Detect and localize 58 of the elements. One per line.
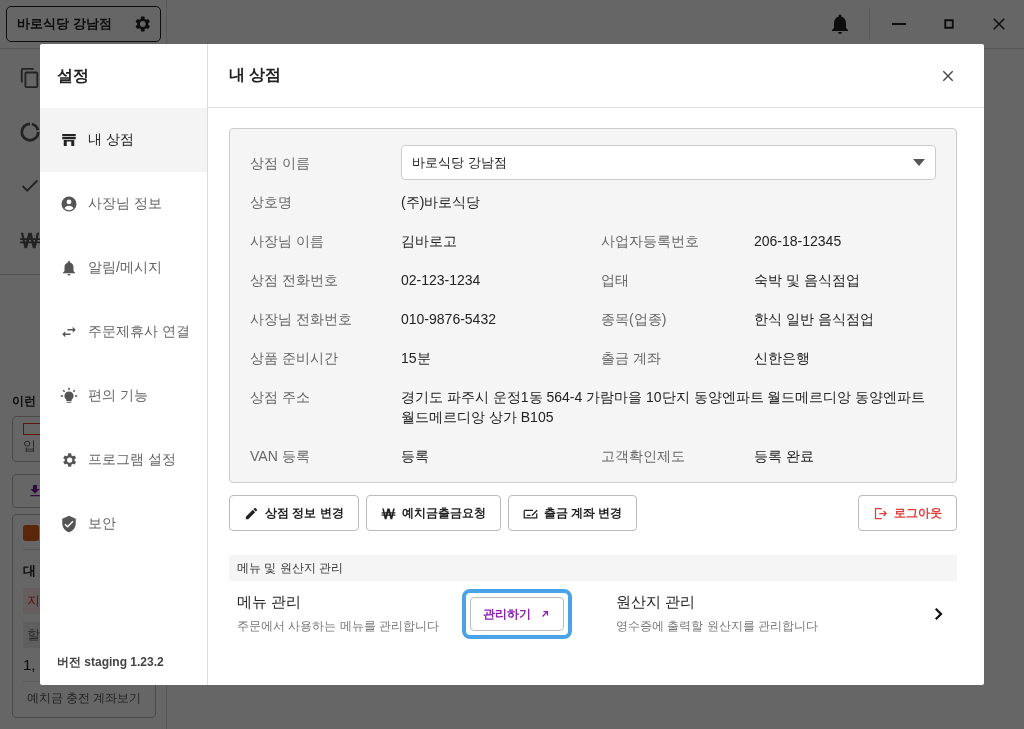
field-label: 상점 주소 bbox=[250, 388, 311, 407]
sidebar-item[interactable]: 내 상점 bbox=[40, 108, 207, 172]
pencil-icon bbox=[244, 505, 259, 521]
field-label: 상품 준비시간 bbox=[250, 349, 339, 368]
manage-button[interactable]: 관리하기 bbox=[470, 597, 564, 631]
item-title: 원산지 관리 bbox=[616, 593, 697, 612]
field-value: 15분 bbox=[401, 349, 432, 368]
download-icon bbox=[27, 483, 43, 499]
field-value: 02-123-1234 bbox=[401, 271, 482, 290]
brand-logo-icon bbox=[23, 525, 39, 541]
field-label: 출금 계좌 bbox=[601, 349, 662, 368]
loading-ring-icon[interactable] bbox=[19, 121, 41, 143]
field-value: 숙박 및 음식점업 bbox=[754, 271, 861, 290]
field-label: 상호명 bbox=[250, 193, 293, 212]
field-value: 등록 완료 bbox=[754, 447, 815, 466]
section-label: 이런 bbox=[12, 393, 36, 410]
caret-icon bbox=[913, 159, 925, 166]
field-value: 206-18-12345 bbox=[754, 232, 843, 251]
version-text: 버전 staging 1.23.2 bbox=[56, 654, 165, 671]
dialog-title: 내 상점 bbox=[229, 65, 282, 85]
section-header: 메뉴 및 원산지 관리 bbox=[229, 555, 957, 581]
field-label: VAN 등록 bbox=[250, 447, 311, 466]
field-label: 사업자등록번호 bbox=[601, 232, 700, 251]
field-value: 등록 bbox=[401, 447, 430, 466]
item-description: 영수증에 출력할 원산지를 관리합니다 bbox=[616, 618, 818, 635]
minimize-icon bbox=[891, 23, 907, 25]
field-label: 사장님 이름 bbox=[250, 232, 325, 251]
store-name-dropdown[interactable]: 바로식당 강남점 bbox=[401, 145, 936, 180]
amount-text: 1, bbox=[23, 656, 36, 673]
field-value: 김바로고 bbox=[401, 232, 458, 251]
action-button[interactable]: 예치금출금요청 bbox=[365, 495, 501, 531]
field-label: 상점 전화번호 bbox=[250, 271, 339, 290]
field-value: 한식 일반 음식점업 bbox=[754, 310, 875, 329]
field-label: 상점 이름 bbox=[250, 154, 311, 173]
person-icon bbox=[60, 195, 78, 213]
action-button[interactable]: 상점 정보 변경 bbox=[229, 495, 359, 531]
field-value: (주)바로식당 bbox=[401, 193, 482, 212]
logout-icon bbox=[873, 505, 888, 521]
field-label: 종목(업종) bbox=[601, 310, 668, 329]
store-icon bbox=[60, 131, 78, 149]
item-description: 주문에서 사용하는 메뉴를 관리합니다 bbox=[237, 618, 440, 635]
logout-button[interactable]: 로그아웃 bbox=[858, 495, 957, 531]
copy-icon[interactable] bbox=[19, 67, 41, 89]
field-value: 경기도 파주시 운정1동 564-4 가람마을 10단지 동양엔파트 월드메르디앙 동양엔파트 월드메르디앙 상가 B105 bbox=[401, 388, 927, 427]
bell-icon bbox=[60, 259, 78, 277]
field-label: 고객확인제도 bbox=[601, 447, 686, 466]
action-button[interactable]: 출금 계좌 변경 bbox=[507, 495, 638, 531]
partner-text: 입 bbox=[23, 437, 36, 455]
field-label: 사장님 전화번호 bbox=[250, 310, 353, 329]
close-icon bbox=[990, 15, 1008, 33]
shield-check-icon bbox=[60, 515, 78, 533]
field-value: 010-9876-5432 bbox=[401, 310, 497, 329]
lightbulb-icon bbox=[60, 387, 78, 405]
field-label: 업태 bbox=[601, 271, 630, 290]
field-value: 신한은행 bbox=[754, 349, 811, 368]
sidebar-title: 설정 bbox=[56, 65, 90, 86]
store-selector-button[interactable]: 바로식당 강남점 bbox=[6, 6, 161, 42]
item-title: 메뉴 관리 bbox=[237, 593, 303, 612]
